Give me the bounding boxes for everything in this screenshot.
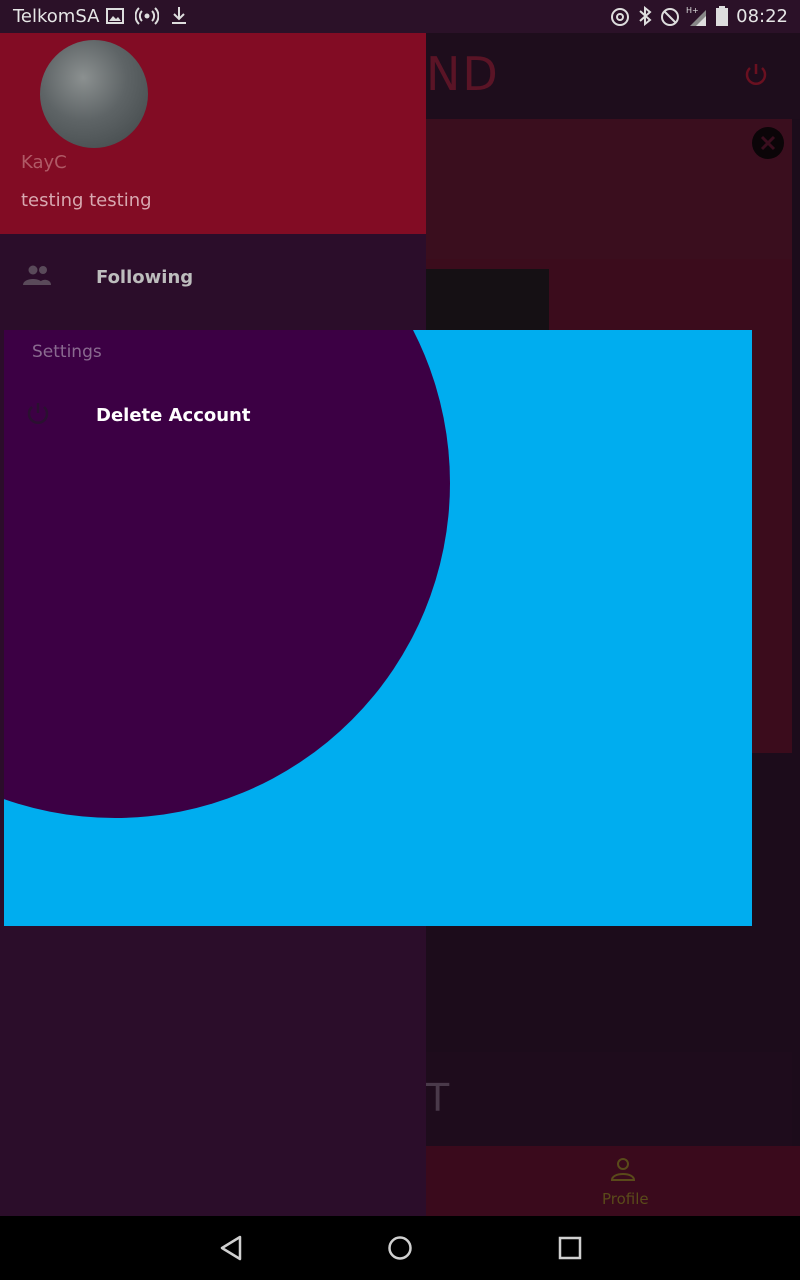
drawer-item-label: Following: [96, 267, 194, 288]
post-image: [426, 269, 549, 333]
do-not-disturb-icon: [660, 7, 680, 27]
cast-icon: [610, 7, 630, 27]
app-title: ND: [426, 47, 500, 101]
bottom-navigation: Profile: [426, 1146, 800, 1216]
reveal-circle: [4, 330, 450, 818]
home-icon[interactable]: [387, 1235, 413, 1261]
battery-icon: [716, 6, 728, 26]
profile-icon[interactable]: [610, 1156, 636, 1182]
post-input-text: T: [426, 1076, 450, 1120]
power-icon: [24, 400, 52, 428]
post-input[interactable]: T: [426, 1052, 792, 1146]
status-bar: TelkomSA H+ 08:22: [0, 0, 800, 33]
back-icon[interactable]: [218, 1235, 244, 1261]
svg-text:H+: H+: [686, 6, 699, 15]
drawer-item-following[interactable]: Following: [0, 234, 426, 320]
clock: 08:22: [736, 6, 788, 27]
carrier-name: TelkomSA: [13, 6, 100, 27]
settings-section-label: Settings: [32, 342, 102, 362]
avatar[interactable]: [40, 40, 148, 148]
people-icon: [22, 264, 52, 286]
bluetooth-icon: [638, 6, 652, 26]
image-icon: [106, 8, 124, 24]
app-header: ND: [426, 33, 800, 119]
power-icon[interactable]: [742, 61, 770, 89]
signal-icon: H+: [686, 5, 708, 27]
drawer-header: KayC testing testing: [0, 33, 426, 234]
system-navigation-bar: [0, 1216, 800, 1280]
hotspot-icon: [135, 7, 159, 25]
user-bio: testing testing: [21, 190, 152, 211]
nav-profile-label[interactable]: Profile: [602, 1190, 649, 1208]
user-name: KayC: [21, 152, 67, 173]
recents-icon[interactable]: [558, 1236, 582, 1260]
delete-account-item[interactable]: Delete Account: [96, 405, 250, 426]
download-icon: [170, 6, 188, 26]
close-icon[interactable]: [752, 127, 784, 159]
